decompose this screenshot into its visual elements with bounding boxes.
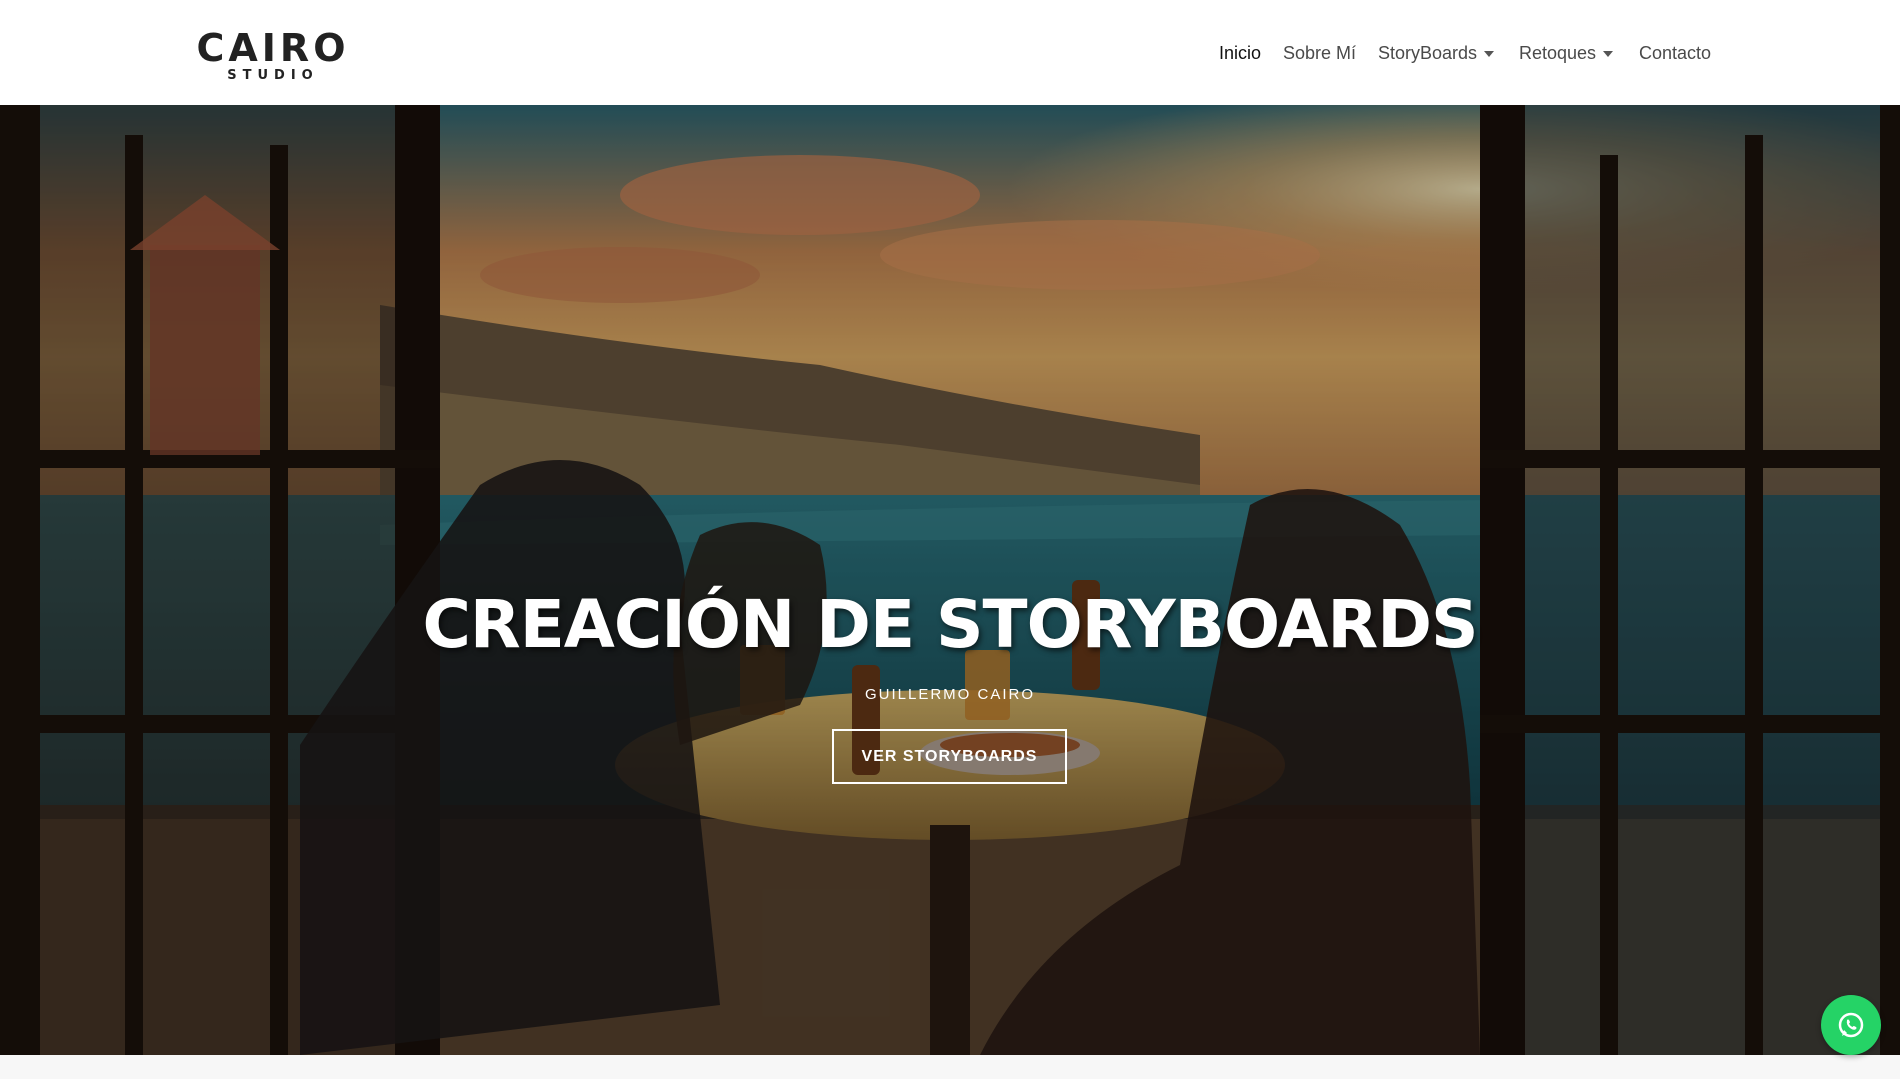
hero-dark-overlay	[0, 105, 1900, 1055]
nav-item-label: Contacto	[1639, 42, 1712, 63]
nav-item-label: Inicio	[1219, 42, 1262, 63]
whatsapp-icon	[1838, 1012, 1864, 1038]
chevron-down-icon	[1484, 51, 1495, 57]
nav-item-label: Retoques	[1519, 42, 1597, 63]
ver-storyboards-button[interactable]: VER STORYBOARDS	[832, 729, 1067, 784]
logo-wordmark: CAIRO	[196, 26, 350, 70]
nav-item-retoques[interactable]: Retoques	[1519, 40, 1614, 66]
nav-item-sobre-mi[interactable]: Sobre Mí	[1283, 40, 1356, 66]
cairo-studio-logo[interactable]: CAIRO STUDIO	[196, 26, 350, 84]
page-bottom-strip	[0, 1055, 1900, 1079]
hero-title: CREACIÓN DE STORYBOARDS	[422, 586, 1478, 663]
chevron-down-icon	[1603, 51, 1614, 57]
nav-item-label: Sobre Mí	[1283, 42, 1357, 63]
nav-item-storyboards[interactable]: StoryBoards	[1378, 40, 1495, 66]
hero-subtitle: GUILLERMO CAIRO	[864, 686, 1036, 703]
whatsapp-chat-button[interactable]	[1821, 995, 1881, 1055]
nav-item-label: StoryBoards	[1378, 42, 1478, 63]
logo-subtitle: STUDIO	[227, 68, 319, 83]
site-header: CAIRO STUDIO Inicio Sobre Mí StoryBoards…	[0, 0, 1900, 105]
hero-section: CREACIÓN DE STORYBOARDS GUILLERMO CAIRO …	[0, 105, 1900, 1055]
nav-item-inicio[interactable]: Inicio	[1219, 40, 1261, 66]
nav-item-contacto[interactable]: Contacto	[1639, 40, 1711, 66]
